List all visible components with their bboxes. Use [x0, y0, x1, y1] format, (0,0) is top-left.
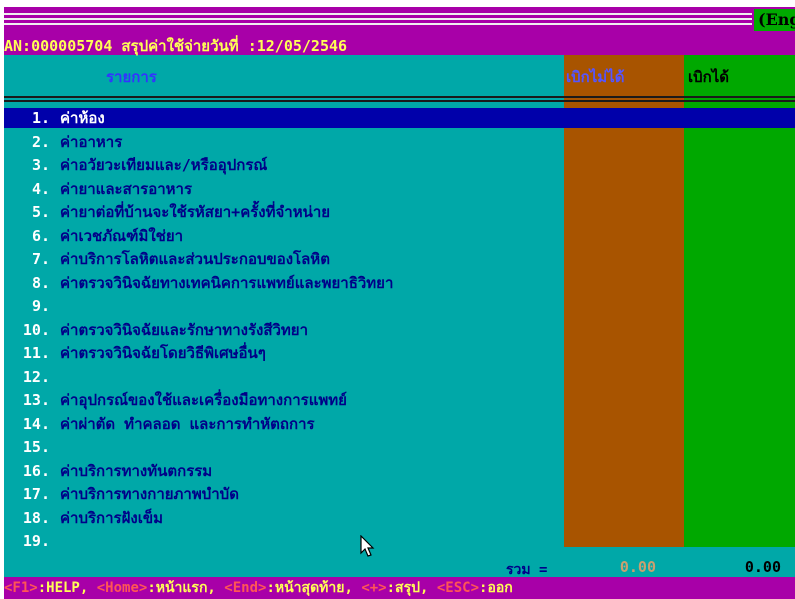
- list-item[interactable]: 6. ค่าเวชภัณฑ์มิใช่ยา: [4, 226, 795, 246]
- item-number: 17.: [22, 485, 50, 503]
- function-key-description: :สรุป,: [386, 580, 437, 596]
- item-label: ค่ายาและสารอาหาร: [60, 179, 193, 198]
- function-key[interactable]: <End>: [224, 580, 266, 596]
- function-key[interactable]: <+>: [361, 580, 386, 596]
- item-number: 14.: [22, 414, 50, 433]
- terminal-screen: (Eng AN:000005704 สรุปค่าใช้จ่ายวันที่ :…: [4, 7, 795, 599]
- item-number: 12.: [22, 367, 50, 386]
- function-key-bar: <F1>:HELP, <Home>:หน้าแรก, <End>:หน้าสุด…: [4, 577, 795, 599]
- item-number: 18.: [22, 508, 50, 527]
- function-key-description: :ออก: [479, 580, 513, 596]
- list-item[interactable]: 5. ค่ายาต่อที่บ้านจะใช้รหัสยา+ครั้งที่จำห…: [4, 202, 795, 222]
- item-label: ค่าบริการทางกายภาพบำบัด: [60, 485, 239, 503]
- items-column-label: รายการ: [106, 68, 157, 86]
- list-item[interactable]: 1. ค่าห้อง: [4, 108, 795, 128]
- item-number: 15.: [22, 438, 50, 456]
- item-label: ค่าบริการฝังเข็ม: [60, 508, 163, 527]
- item-label: ค่าอาหาร: [60, 132, 123, 151]
- item-label: ค่าห้อง: [60, 109, 105, 127]
- list-item[interactable]: 8. ค่าตรวจวินิจฉัยทางเทคนิคการแพทย์และพยา…: [4, 273, 795, 293]
- list-item[interactable]: 16. ค่าบริการทางทันตกรรม: [4, 461, 795, 481]
- list-item[interactable]: 7. ค่าบริการโลหิตและส่วนประกอบของโลหิต: [4, 249, 795, 269]
- function-key[interactable]: <ESC>: [437, 580, 479, 596]
- item-label: ค่าตรวจวินิจฉัยทางเทคนิคการแพทย์และพยาธิ…: [60, 273, 394, 292]
- item-number: 11.: [22, 344, 50, 362]
- list-item[interactable]: 3. ค่าอวัยวะเทียมและ/หรืออุปกรณ์: [4, 155, 795, 175]
- function-key-description: :หน้าแรก,: [147, 580, 225, 596]
- list-item[interactable]: 10. ค่าตรวจวินิจฉัยและรักษาทางรังสีวิทยา: [4, 320, 795, 340]
- item-label: ค่าบริการทางทันตกรรม: [60, 461, 213, 480]
- reimbursable-label: เบิกได้: [688, 68, 730, 86]
- item-label: ค่าตรวจวินิจฉัยและรักษาทางรังสีวิทยา: [60, 320, 308, 339]
- item-number: 7.: [31, 250, 50, 268]
- function-key-description: :หน้าสุดท้าย,: [266, 580, 362, 596]
- mouse-pointer-icon: [360, 535, 375, 557]
- item-number: 4.: [31, 179, 50, 198]
- list-item[interactable]: 2. ค่าอาหาร: [4, 132, 795, 152]
- item-number: 5.: [31, 203, 50, 221]
- total-reimbursable: 0.00: [744, 558, 781, 576]
- total-non-reimbursable: 0.00: [619, 558, 656, 576]
- list-item[interactable]: 4. ค่ายาและสารอาหาร: [4, 179, 795, 199]
- function-key[interactable]: <Home>: [97, 580, 148, 596]
- list-item[interactable]: 17. ค่าบริการทางกายภาพบำบัด: [4, 484, 795, 504]
- item-number: 3.: [31, 156, 50, 174]
- list-item[interactable]: 15.: [4, 437, 795, 457]
- item-number: 1.: [31, 109, 50, 127]
- list-item[interactable]: 18. ค่าบริการฝังเข็ม: [4, 508, 795, 528]
- item-number: 13.: [22, 391, 50, 409]
- list-item[interactable]: 11. ค่าตรวจวินิจฉัยโดยวิธีพิเศษอื่นๆ: [4, 343, 795, 363]
- item-number: 6.: [31, 226, 50, 245]
- non-reimbursable-label: เบิกไม่ได้: [566, 68, 625, 86]
- function-key-description: :HELP,: [37, 580, 97, 596]
- item-number: 2.: [31, 132, 50, 151]
- header-divider: [4, 13, 752, 27]
- item-number: 19.: [22, 532, 50, 550]
- function-key[interactable]: <F1>: [4, 580, 38, 596]
- item-label: ค่ายาต่อที่บ้านจะใช้รหัสยา+ครั้งที่จำหน่…: [60, 203, 331, 221]
- list-item[interactable]: 13. ค่าอุปกรณ์ของใช้และเครื่องมือทางการแพ…: [4, 390, 795, 410]
- item-number: 9.: [31, 297, 50, 315]
- list-item[interactable]: 12.: [4, 367, 795, 387]
- item-number: 10.: [22, 320, 50, 339]
- list-item[interactable]: 19.: [4, 531, 795, 551]
- list-item[interactable]: 14. ค่าผ่าตัด ทำคลอด และการทำหัตถการ: [4, 414, 795, 434]
- item-label: ค่าบริการโลหิตและส่วนประกอบของโลหิต: [60, 250, 330, 268]
- item-label: ค่าอุปกรณ์ของใช้และเครื่องมือทางการแพทย์: [60, 391, 347, 409]
- item-label: ค่าตรวจวินิจฉัยโดยวิธีพิเศษอื่นๆ: [60, 344, 266, 362]
- language-indicator[interactable]: (Eng: [754, 9, 795, 31]
- item-label: ค่าอวัยวะเทียมและ/หรืออุปกรณ์: [60, 156, 268, 174]
- item-number: 8.: [31, 273, 50, 292]
- header-bar: (Eng AN:000005704 สรุปค่าใช้จ่ายวันที่ :…: [4, 7, 795, 55]
- header-separator: [4, 96, 795, 102]
- item-label: ค่าผ่าตัด ทำคลอด และการทำหัตถการ: [60, 414, 315, 433]
- list-item[interactable]: 9.: [4, 296, 795, 316]
- item-number: 16.: [22, 461, 50, 480]
- item-label: ค่าเวชภัณฑ์มิใช่ยา: [60, 226, 184, 245]
